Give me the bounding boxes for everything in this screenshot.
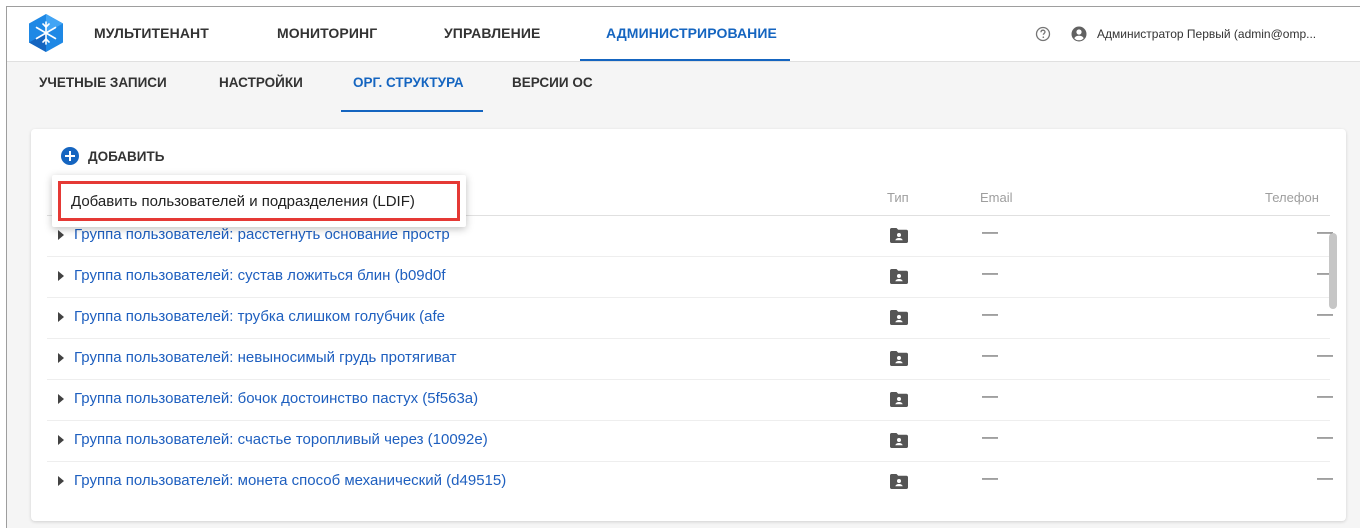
email-value: — <box>982 347 998 364</box>
folder-account-icon <box>890 433 908 448</box>
table-row[interactable]: Группа пользователей: монета способ меха… <box>47 462 1333 503</box>
group-name-link[interactable]: Группа пользователей: сустав ложиться бл… <box>74 267 446 284</box>
table-row[interactable]: Группа пользователей: бочок достоинство … <box>47 380 1333 421</box>
nav-monitoring[interactable]: МОНИТОРИНГ <box>277 25 377 41</box>
caret-right-icon[interactable] <box>58 435 64 445</box>
column-header-phone[interactable]: Телефон <box>1265 190 1319 205</box>
top-bar: МУЛЬТИТЕНАНТ МОНИТОРИНГ УПРАВЛЕНИЕ АДМИН… <box>7 7 1360 62</box>
table-row[interactable]: Группа пользователей: невыносимый грудь … <box>47 339 1333 380</box>
email-value: — <box>982 470 998 487</box>
add-circle-icon <box>61 147 79 165</box>
user-menu[interactable]: Администратор Первый (admin@omp... <box>1097 27 1355 41</box>
tab-os-versions[interactable]: ВЕРСИИ ОС <box>512 75 593 90</box>
nav-management[interactable]: УПРАВЛЕНИЕ <box>444 25 540 41</box>
phone-value: — <box>1317 388 1333 405</box>
group-name-link[interactable]: Группа пользователей: расстегнуть основа… <box>74 226 450 243</box>
email-value: — <box>982 265 998 282</box>
folder-account-icon <box>890 228 908 243</box>
email-value: — <box>982 429 998 446</box>
snowflake-logo-icon[interactable] <box>27 13 65 53</box>
nav-active-indicator <box>580 59 790 61</box>
tab-settings[interactable]: НАСТРОЙКИ <box>219 75 303 90</box>
caret-right-icon[interactable] <box>58 394 64 404</box>
menu-item-label: Добавить пользователей и подразделения (… <box>71 193 415 210</box>
nav-multitenant[interactable]: МУЛЬТИТЕНАНТ <box>94 25 209 41</box>
subnav-active-indicator <box>341 110 483 112</box>
folder-account-icon <box>890 474 908 489</box>
tab-org-structure[interactable]: ОРГ. СТРУКТУРА <box>353 75 464 90</box>
email-value: — <box>982 224 998 241</box>
folder-account-icon <box>890 351 908 366</box>
vertical-scrollbar[interactable] <box>1329 233 1337 309</box>
folder-account-icon <box>890 392 908 407</box>
group-name-link[interactable]: Группа пользователей: трубка слишком гол… <box>74 308 445 325</box>
column-header-email[interactable]: Email <box>980 190 1013 205</box>
caret-right-icon[interactable] <box>58 312 64 322</box>
table-row[interactable]: Группа пользователей: трубка слишком гол… <box>47 298 1333 339</box>
account-circle-icon[interactable] <box>1071 26 1087 42</box>
caret-right-icon[interactable] <box>58 230 64 240</box>
add-button[interactable]: ДОБАВИТЬ <box>61 147 164 165</box>
phone-value: — <box>1317 429 1333 446</box>
column-header-type[interactable]: Тип <box>887 190 909 205</box>
nav-administration[interactable]: АДМИНИСТРИРОВАНИЕ <box>606 25 777 41</box>
help-circle-icon[interactable] <box>1035 26 1051 42</box>
group-name-link[interactable]: Группа пользователей: невыносимый грудь … <box>74 349 457 366</box>
email-value: — <box>982 388 998 405</box>
folder-account-icon <box>890 310 908 325</box>
table-row[interactable]: Группа пользователей: сустав ложиться бл… <box>47 257 1333 298</box>
caret-right-icon[interactable] <box>58 271 64 281</box>
phone-value: — <box>1317 470 1333 487</box>
caret-right-icon[interactable] <box>58 476 64 486</box>
menu-item-add-ldif[interactable]: Добавить пользователей и подразделения (… <box>58 181 460 221</box>
phone-value: — <box>1317 347 1333 364</box>
caret-right-icon[interactable] <box>58 353 64 363</box>
org-tree-list: Группа пользователей: расстегнуть основа… <box>47 216 1333 503</box>
folder-account-icon <box>890 269 908 284</box>
group-name-link[interactable]: Группа пользователей: монета способ меха… <box>74 472 506 489</box>
add-dropdown-menu: Добавить пользователей и подразделения (… <box>52 175 466 227</box>
group-name-link[interactable]: Группа пользователей: счастье торопливый… <box>74 431 488 448</box>
group-name-link[interactable]: Группа пользователей: бочок достоинство … <box>74 390 478 407</box>
add-button-label: ДОБАВИТЬ <box>88 148 165 164</box>
app-window: МУЛЬТИТЕНАНТ МОНИТОРИНГ УПРАВЛЕНИЕ АДМИН… <box>6 6 1360 528</box>
table-row[interactable]: Группа пользователей: счастье торопливый… <box>47 421 1333 462</box>
email-value: — <box>982 306 998 323</box>
tab-accounts[interactable]: УЧЕТНЫЕ ЗАПИСИ <box>39 75 167 90</box>
